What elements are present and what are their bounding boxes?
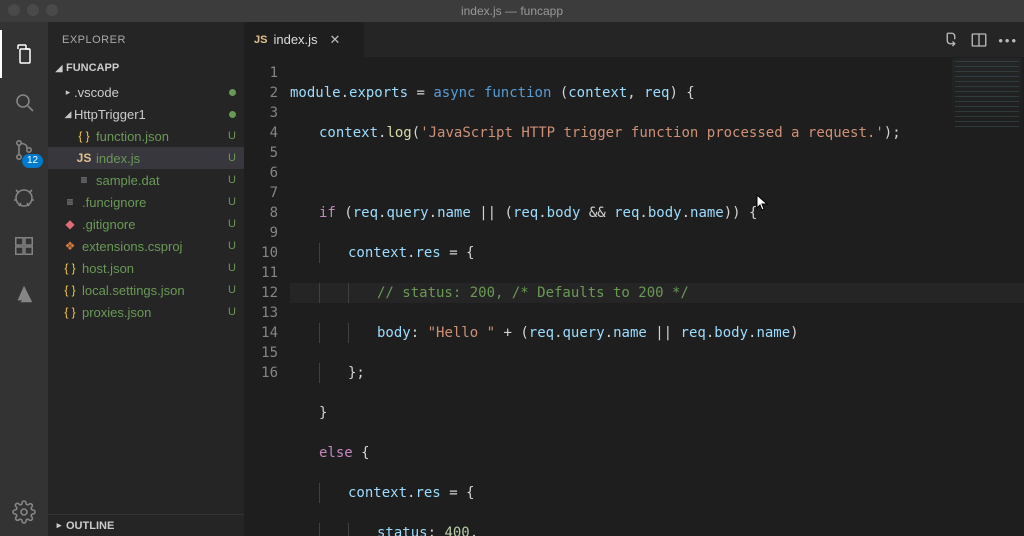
git-file-icon: ◆ xyxy=(62,217,78,231)
explorer-sidebar: EXPLORER ◢ FUNCAPP ▸ .vscode ◢ HttpTrigg… xyxy=(48,22,244,536)
generic-file-icon: ≡ xyxy=(76,173,92,187)
folder-httptrigger[interactable]: ◢ HttpTrigger1 xyxy=(48,103,244,125)
window-title: index.js — funcapp xyxy=(461,4,563,18)
file-label: index.js xyxy=(96,151,224,166)
outline-section-header[interactable]: ▸ OUTLINE xyxy=(48,514,244,536)
code-content[interactable]: module.exports = async function (context… xyxy=(290,57,1024,536)
git-status: U xyxy=(228,240,236,252)
tab-label: index.js xyxy=(273,32,317,47)
js-file-icon: JS xyxy=(76,151,92,165)
traffic-light-minimize[interactable] xyxy=(27,4,39,16)
source-control-icon[interactable]: 12 xyxy=(0,126,48,174)
chevron-right-icon: ▸ xyxy=(62,87,74,98)
traffic-light-zoom[interactable] xyxy=(46,4,58,16)
json-file-icon: { } xyxy=(62,261,78,275)
activity-bar: 12 xyxy=(0,22,48,536)
chevron-down-icon: ◢ xyxy=(52,63,66,74)
editor-group: JS index.js ✕ ••• 12 34 56 78 910 1112 1… xyxy=(244,22,1024,536)
rss-file-icon: ❖ xyxy=(62,239,78,253)
file-proxies-json[interactable]: { } proxies.json U xyxy=(48,301,244,323)
json-file-icon: { } xyxy=(76,129,92,143)
file-extensions-csproj[interactable]: ❖ extensions.csproj U xyxy=(48,235,244,257)
git-status: U xyxy=(228,152,236,164)
git-status: U xyxy=(228,262,236,274)
file-label: HttpTrigger1 xyxy=(74,107,229,122)
file-funcignore[interactable]: ≡ .funcignore U xyxy=(48,191,244,213)
folder-vscode[interactable]: ▸ .vscode xyxy=(48,81,244,103)
code-editor[interactable]: 12 34 56 78 910 1112 1314 1516 module.ex… xyxy=(244,57,1024,536)
file-local-settings-json[interactable]: { } local.settings.json U xyxy=(48,279,244,301)
file-label: proxies.json xyxy=(82,305,224,320)
file-label: extensions.csproj xyxy=(82,239,224,254)
search-icon[interactable] xyxy=(0,78,48,126)
project-section-header[interactable]: ◢ FUNCAPP xyxy=(48,57,244,79)
file-sample-dat[interactable]: ≡ sample.dat U xyxy=(48,169,244,191)
azure-icon[interactable] xyxy=(0,270,48,318)
more-actions-icon[interactable]: ••• xyxy=(998,33,1018,48)
outline-label: OUTLINE xyxy=(66,520,114,532)
split-editor-icon[interactable] xyxy=(970,31,988,49)
close-icon[interactable]: ✕ xyxy=(330,32,341,48)
extensions-icon[interactable] xyxy=(0,222,48,270)
title-bar: index.js — funcapp xyxy=(0,0,1024,22)
git-status: U xyxy=(228,306,236,318)
file-tree: ▸ .vscode ◢ HttpTrigger1 { } function.js… xyxy=(48,79,244,325)
file-function-json[interactable]: { } function.json U xyxy=(48,125,244,147)
git-status: U xyxy=(228,174,236,186)
file-label: .funcignore xyxy=(82,195,224,210)
file-label: sample.dat xyxy=(96,173,224,188)
compare-changes-icon[interactable] xyxy=(942,31,960,49)
file-label: host.json xyxy=(82,261,224,276)
tab-index-js[interactable]: JS index.js ✕ xyxy=(244,22,364,57)
git-status: U xyxy=(228,196,236,208)
file-host-json[interactable]: { } host.json U xyxy=(48,257,244,279)
file-label: .gitignore xyxy=(82,217,224,232)
settings-gear-icon[interactable] xyxy=(0,488,48,536)
git-modified-dot-icon xyxy=(229,111,236,118)
explorer-icon[interactable] xyxy=(0,30,48,78)
project-name: FUNCAPP xyxy=(66,62,119,74)
minimap[interactable] xyxy=(952,58,1022,130)
editor-tabs: JS index.js ✕ xyxy=(244,22,1024,57)
traffic-light-close[interactable] xyxy=(8,4,20,16)
file-label: local.settings.json xyxy=(82,283,224,298)
file-index-js[interactable]: JS index.js U xyxy=(48,147,244,169)
scm-badge: 12 xyxy=(22,154,43,168)
git-modified-dot-icon xyxy=(229,89,236,96)
chevron-right-icon: ▸ xyxy=(52,520,66,531)
line-number-gutter: 12 34 56 78 910 1112 1314 1516 xyxy=(244,57,290,536)
debug-icon[interactable] xyxy=(0,174,48,222)
editor-actions: ••• xyxy=(942,26,1018,54)
js-file-icon: JS xyxy=(254,34,267,46)
git-status: U xyxy=(228,218,236,230)
git-status: U xyxy=(228,130,236,142)
file-label: function.json xyxy=(96,129,224,144)
chevron-down-icon: ◢ xyxy=(62,109,74,120)
window-controls[interactable] xyxy=(8,4,58,16)
json-file-icon: { } xyxy=(62,305,78,319)
json-file-icon: { } xyxy=(62,283,78,297)
file-gitignore[interactable]: ◆ .gitignore U xyxy=(48,213,244,235)
generic-file-icon: ≡ xyxy=(62,195,78,209)
git-status: U xyxy=(228,284,236,296)
sidebar-title: EXPLORER xyxy=(48,22,244,57)
file-label: .vscode xyxy=(74,85,229,100)
